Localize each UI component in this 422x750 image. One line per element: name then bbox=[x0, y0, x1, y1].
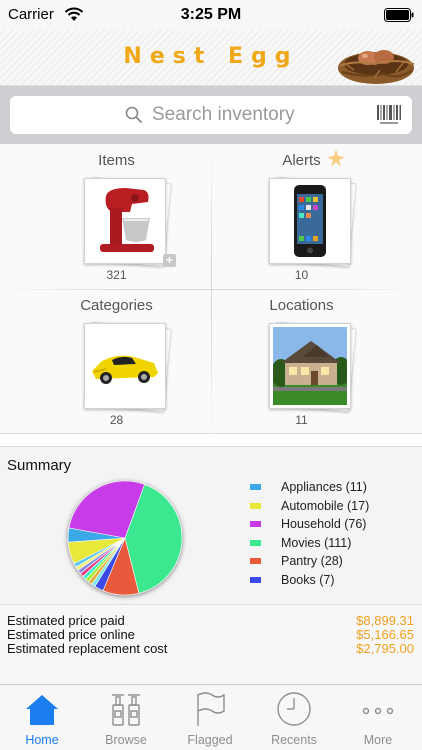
total-value: $2,795.00 bbox=[356, 641, 414, 656]
tab-home[interactable]: Home bbox=[0, 685, 84, 750]
photo-stack bbox=[84, 321, 172, 413]
legend-swatch bbox=[250, 558, 261, 564]
legend-item: Appliances (11) bbox=[250, 479, 420, 498]
grid-cell-locations[interactable]: Locations 11 bbox=[196, 289, 407, 434]
search-box[interactable] bbox=[10, 96, 412, 134]
tab-browse[interactable]: Browse bbox=[84, 685, 168, 750]
house-photo bbox=[273, 327, 347, 405]
alerts-count: 10 bbox=[294, 268, 309, 282]
search-input[interactable] bbox=[152, 103, 362, 127]
total-row: Estimated price online $5,166.65 bbox=[0, 627, 422, 642]
legend-swatch bbox=[250, 484, 261, 490]
clock-icon bbox=[277, 692, 311, 726]
dashboard-grid: Items 321 + Alerts 10 Categories 28 Loca… bbox=[0, 144, 422, 434]
grid-cell-items[interactable]: Items 321 + bbox=[11, 144, 222, 289]
totals-panel: Estimated price paid $8,899.31 Estimated… bbox=[0, 604, 422, 684]
total-row: Estimated price paid $8,899.31 bbox=[0, 613, 422, 628]
items-count: 321 bbox=[106, 268, 127, 282]
summary-panel: Summary Appliances (11) Automobile (17) … bbox=[0, 446, 422, 604]
search-icon bbox=[125, 106, 143, 124]
tab-label: More bbox=[363, 733, 393, 747]
total-label: Estimated price online bbox=[7, 627, 135, 642]
tab-label: Home bbox=[25, 733, 59, 747]
chart-legend: Appliances (11) Automobile (17) Househol… bbox=[250, 479, 420, 590]
legend-label: Pantry (28) bbox=[281, 554, 343, 568]
tab-label: Recents bbox=[271, 733, 317, 747]
summary-title: Summary bbox=[7, 457, 72, 474]
search-area bbox=[0, 86, 422, 144]
star-burst-icon bbox=[327, 149, 345, 167]
total-label: Estimated replacement cost bbox=[7, 641, 168, 656]
legend-label: Automobile (17) bbox=[281, 498, 370, 513]
categories-count: 28 bbox=[109, 413, 124, 427]
legend-item: Movies (111) bbox=[250, 535, 420, 554]
tab-label: Browse bbox=[105, 733, 147, 747]
tab-more[interactable]: More bbox=[336, 685, 420, 750]
grid-cell-alerts[interactable]: Alerts 10 bbox=[196, 144, 407, 289]
status-time: 3:25 PM bbox=[180, 6, 242, 23]
nest-egg-logo bbox=[338, 50, 415, 84]
house-icon bbox=[26, 695, 58, 725]
add-item-icon[interactable]: + bbox=[163, 254, 176, 267]
legend-item: Household (76) bbox=[250, 516, 420, 535]
total-label: Estimated price paid bbox=[7, 613, 125, 628]
status-bar: Carrier 3:25 PM bbox=[0, 0, 422, 30]
tab-flagged[interactable]: Flagged bbox=[168, 685, 252, 750]
locations-count: 11 bbox=[295, 413, 308, 427]
legend-item: Pantry (28) bbox=[250, 553, 420, 572]
legend-swatch bbox=[250, 502, 261, 509]
bottles-icon bbox=[112, 694, 140, 726]
photo-stack bbox=[84, 176, 172, 268]
photo-frame bbox=[269, 323, 351, 409]
tab-bar: Home Browse Flagged Recents More bbox=[0, 684, 422, 750]
app-header: Nest Egg bbox=[0, 30, 422, 86]
tab-label: Flagged bbox=[187, 733, 233, 747]
photo-frame bbox=[84, 178, 166, 264]
cell-title: Alerts bbox=[282, 152, 321, 169]
summary-pie-chart bbox=[67, 480, 183, 596]
legend-item: Automobile (17) bbox=[250, 498, 420, 517]
cell-title: Items bbox=[98, 152, 135, 169]
mixer-photo bbox=[88, 182, 162, 260]
legend-label: Household (76) bbox=[281, 517, 367, 531]
legend-label: Movies (111) bbox=[281, 535, 352, 550]
cell-title: Locations bbox=[269, 297, 334, 314]
grid-cell-categories[interactable]: Categories 28 bbox=[11, 289, 222, 434]
total-value: $8,899.31 bbox=[356, 613, 414, 628]
total-value: $5,166.65 bbox=[356, 627, 414, 642]
phone-photo bbox=[273, 182, 347, 260]
photo-stack bbox=[269, 321, 357, 413]
tab-recents[interactable]: Recents bbox=[252, 685, 336, 750]
legend-swatch bbox=[250, 521, 261, 527]
legend-label: Appliances (11) bbox=[281, 480, 367, 494]
total-row: Estimated replacement cost $2,795.00 bbox=[0, 641, 422, 656]
battery-icon bbox=[384, 8, 414, 22]
legend-label: Books (7) bbox=[281, 572, 335, 587]
photo-frame bbox=[84, 323, 166, 409]
barcode-scan-icon[interactable] bbox=[376, 104, 402, 126]
car-photo bbox=[88, 327, 162, 405]
photo-frame bbox=[269, 178, 351, 264]
more-icon bbox=[362, 707, 394, 715]
photo-stack bbox=[269, 176, 357, 268]
flag-icon bbox=[197, 692, 225, 726]
legend-swatch bbox=[250, 539, 261, 546]
cell-title: Categories bbox=[80, 297, 153, 314]
legend-swatch bbox=[250, 576, 261, 583]
legend-item: Books (7) bbox=[250, 572, 420, 591]
